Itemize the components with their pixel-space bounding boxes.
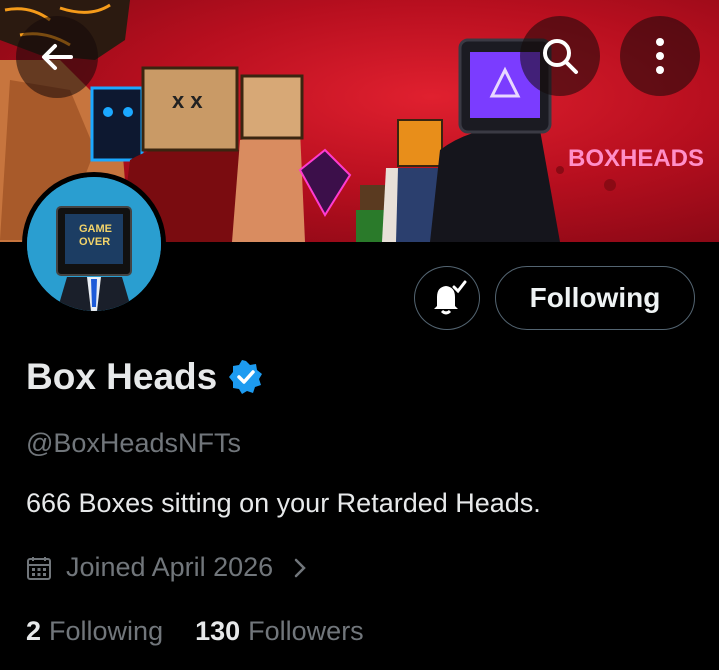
banner-watermark: BOXHEADS (568, 145, 704, 172)
calendar-icon (27, 556, 51, 580)
more-options-button[interactable] (620, 16, 700, 96)
joined-date-label: Joined April 2026 (66, 552, 274, 582)
svg-text:x x: x x (172, 88, 203, 113)
following-button[interactable]: Following (495, 266, 695, 330)
back-button[interactable] (16, 16, 98, 98)
search-button[interactable] (520, 16, 600, 96)
followers-stat-link[interactable]: 130 Followers (195, 616, 364, 647)
followers-label: Followers (248, 616, 364, 646)
more-vertical-icon (656, 38, 664, 74)
following-label: Following (49, 616, 164, 646)
following-stat-link[interactable]: 2 Following (26, 616, 163, 647)
search-icon (543, 39, 578, 74)
name-row: Box Heads (26, 356, 263, 398)
notifications-toggle-button[interactable] (414, 266, 480, 330)
profile-avatar[interactable]: GAME OVER (22, 172, 166, 316)
following-count: 2 (26, 616, 42, 646)
joined-date-row[interactable]: Joined April 2026 (26, 552, 309, 583)
chevron-right-icon (294, 558, 306, 577)
display-name: Box Heads (26, 356, 218, 397)
avatar-screen-text-2: OVER (79, 236, 110, 248)
profile-bio: 666 Boxes sitting on your Retarded Heads… (26, 488, 541, 518)
avatar-image: GAME OVER (27, 177, 161, 311)
arrow-left-icon (42, 44, 73, 70)
follow-stats: 2 Following 130 Followers (26, 616, 364, 647)
followers-count: 130 (195, 616, 241, 646)
avatar-screen-text-1: GAME (79, 223, 112, 235)
profile-handle: @BoxHeadsNFTs (26, 428, 241, 458)
bell-check-icon (434, 280, 467, 315)
verified-badge-icon[interactable] (229, 360, 263, 394)
